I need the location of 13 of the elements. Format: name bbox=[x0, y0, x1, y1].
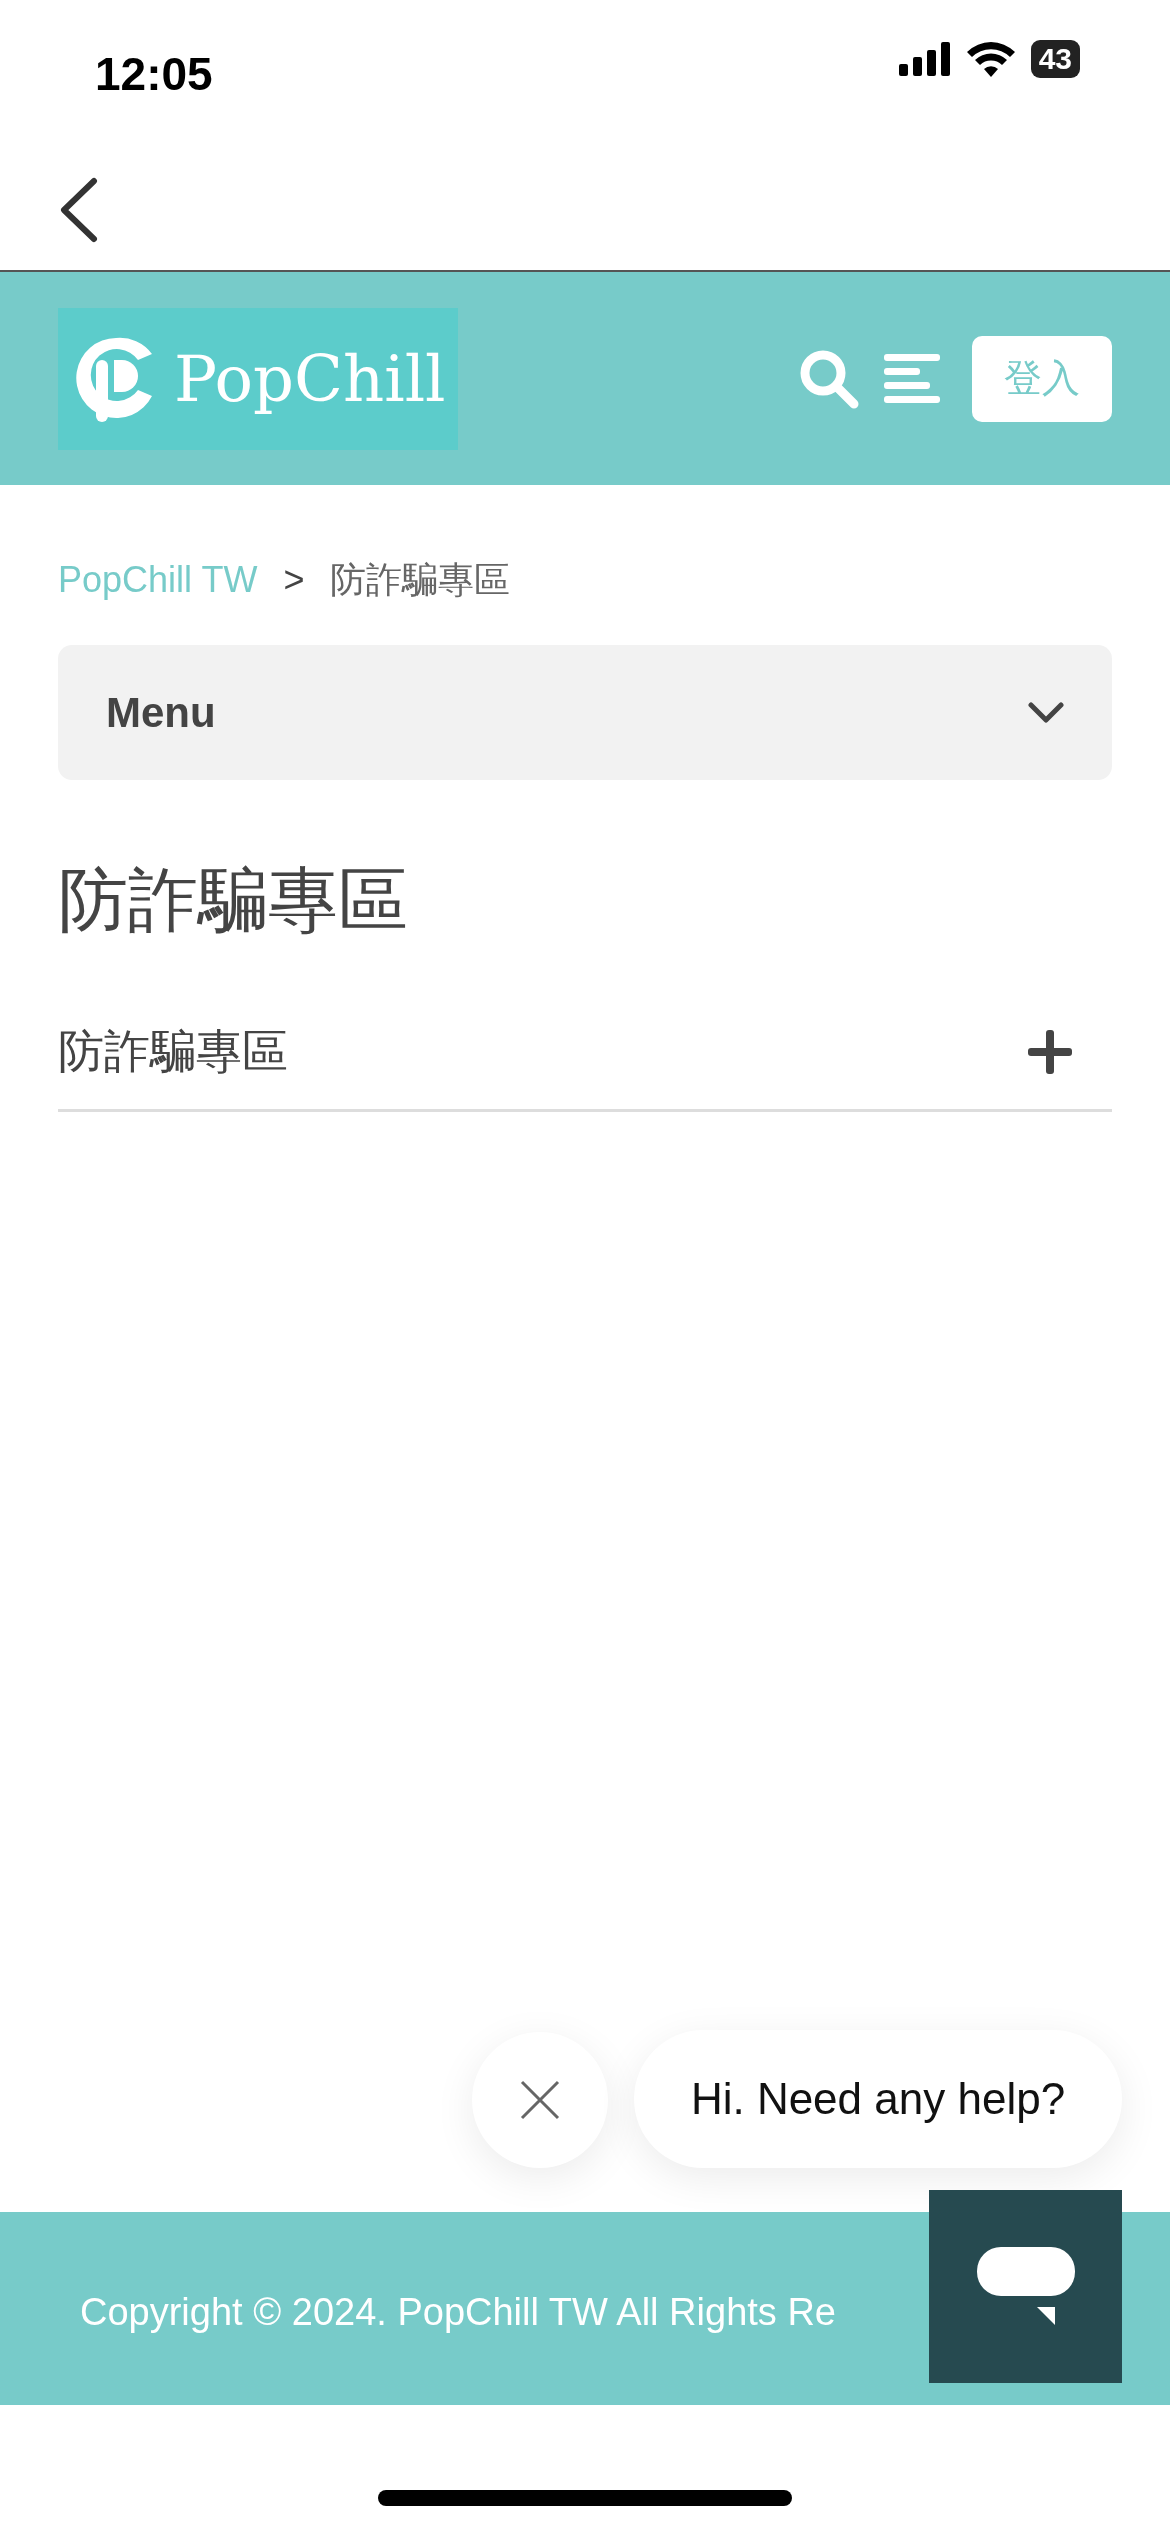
breadcrumb-separator: > bbox=[283, 558, 305, 602]
page-title: 防詐騙專區 bbox=[57, 860, 409, 941]
logo[interactable]: PopChill bbox=[58, 307, 458, 450]
chat-greeting: Hi. Need any help? bbox=[634, 2030, 1122, 2168]
logo-text: PopChill bbox=[174, 340, 446, 418]
menu-dropdown[interactable]: Menu bbox=[58, 645, 1112, 780]
breadcrumb-link[interactable]: PopChill TW bbox=[58, 553, 258, 607]
login-button[interactable]: 登入 bbox=[972, 335, 1112, 422]
battery-indicator: 43 bbox=[1030, 40, 1080, 78]
breadcrumb-current: 防詐騙專區 bbox=[330, 558, 511, 602]
accordion-title[interactable]: 防詐騙專區 bbox=[58, 1017, 288, 1086]
status-time: 12:05 bbox=[95, 47, 213, 102]
copyright-text: Copyright © 2024. PopChill TW All Rights Re bbox=[80, 2291, 836, 2333]
